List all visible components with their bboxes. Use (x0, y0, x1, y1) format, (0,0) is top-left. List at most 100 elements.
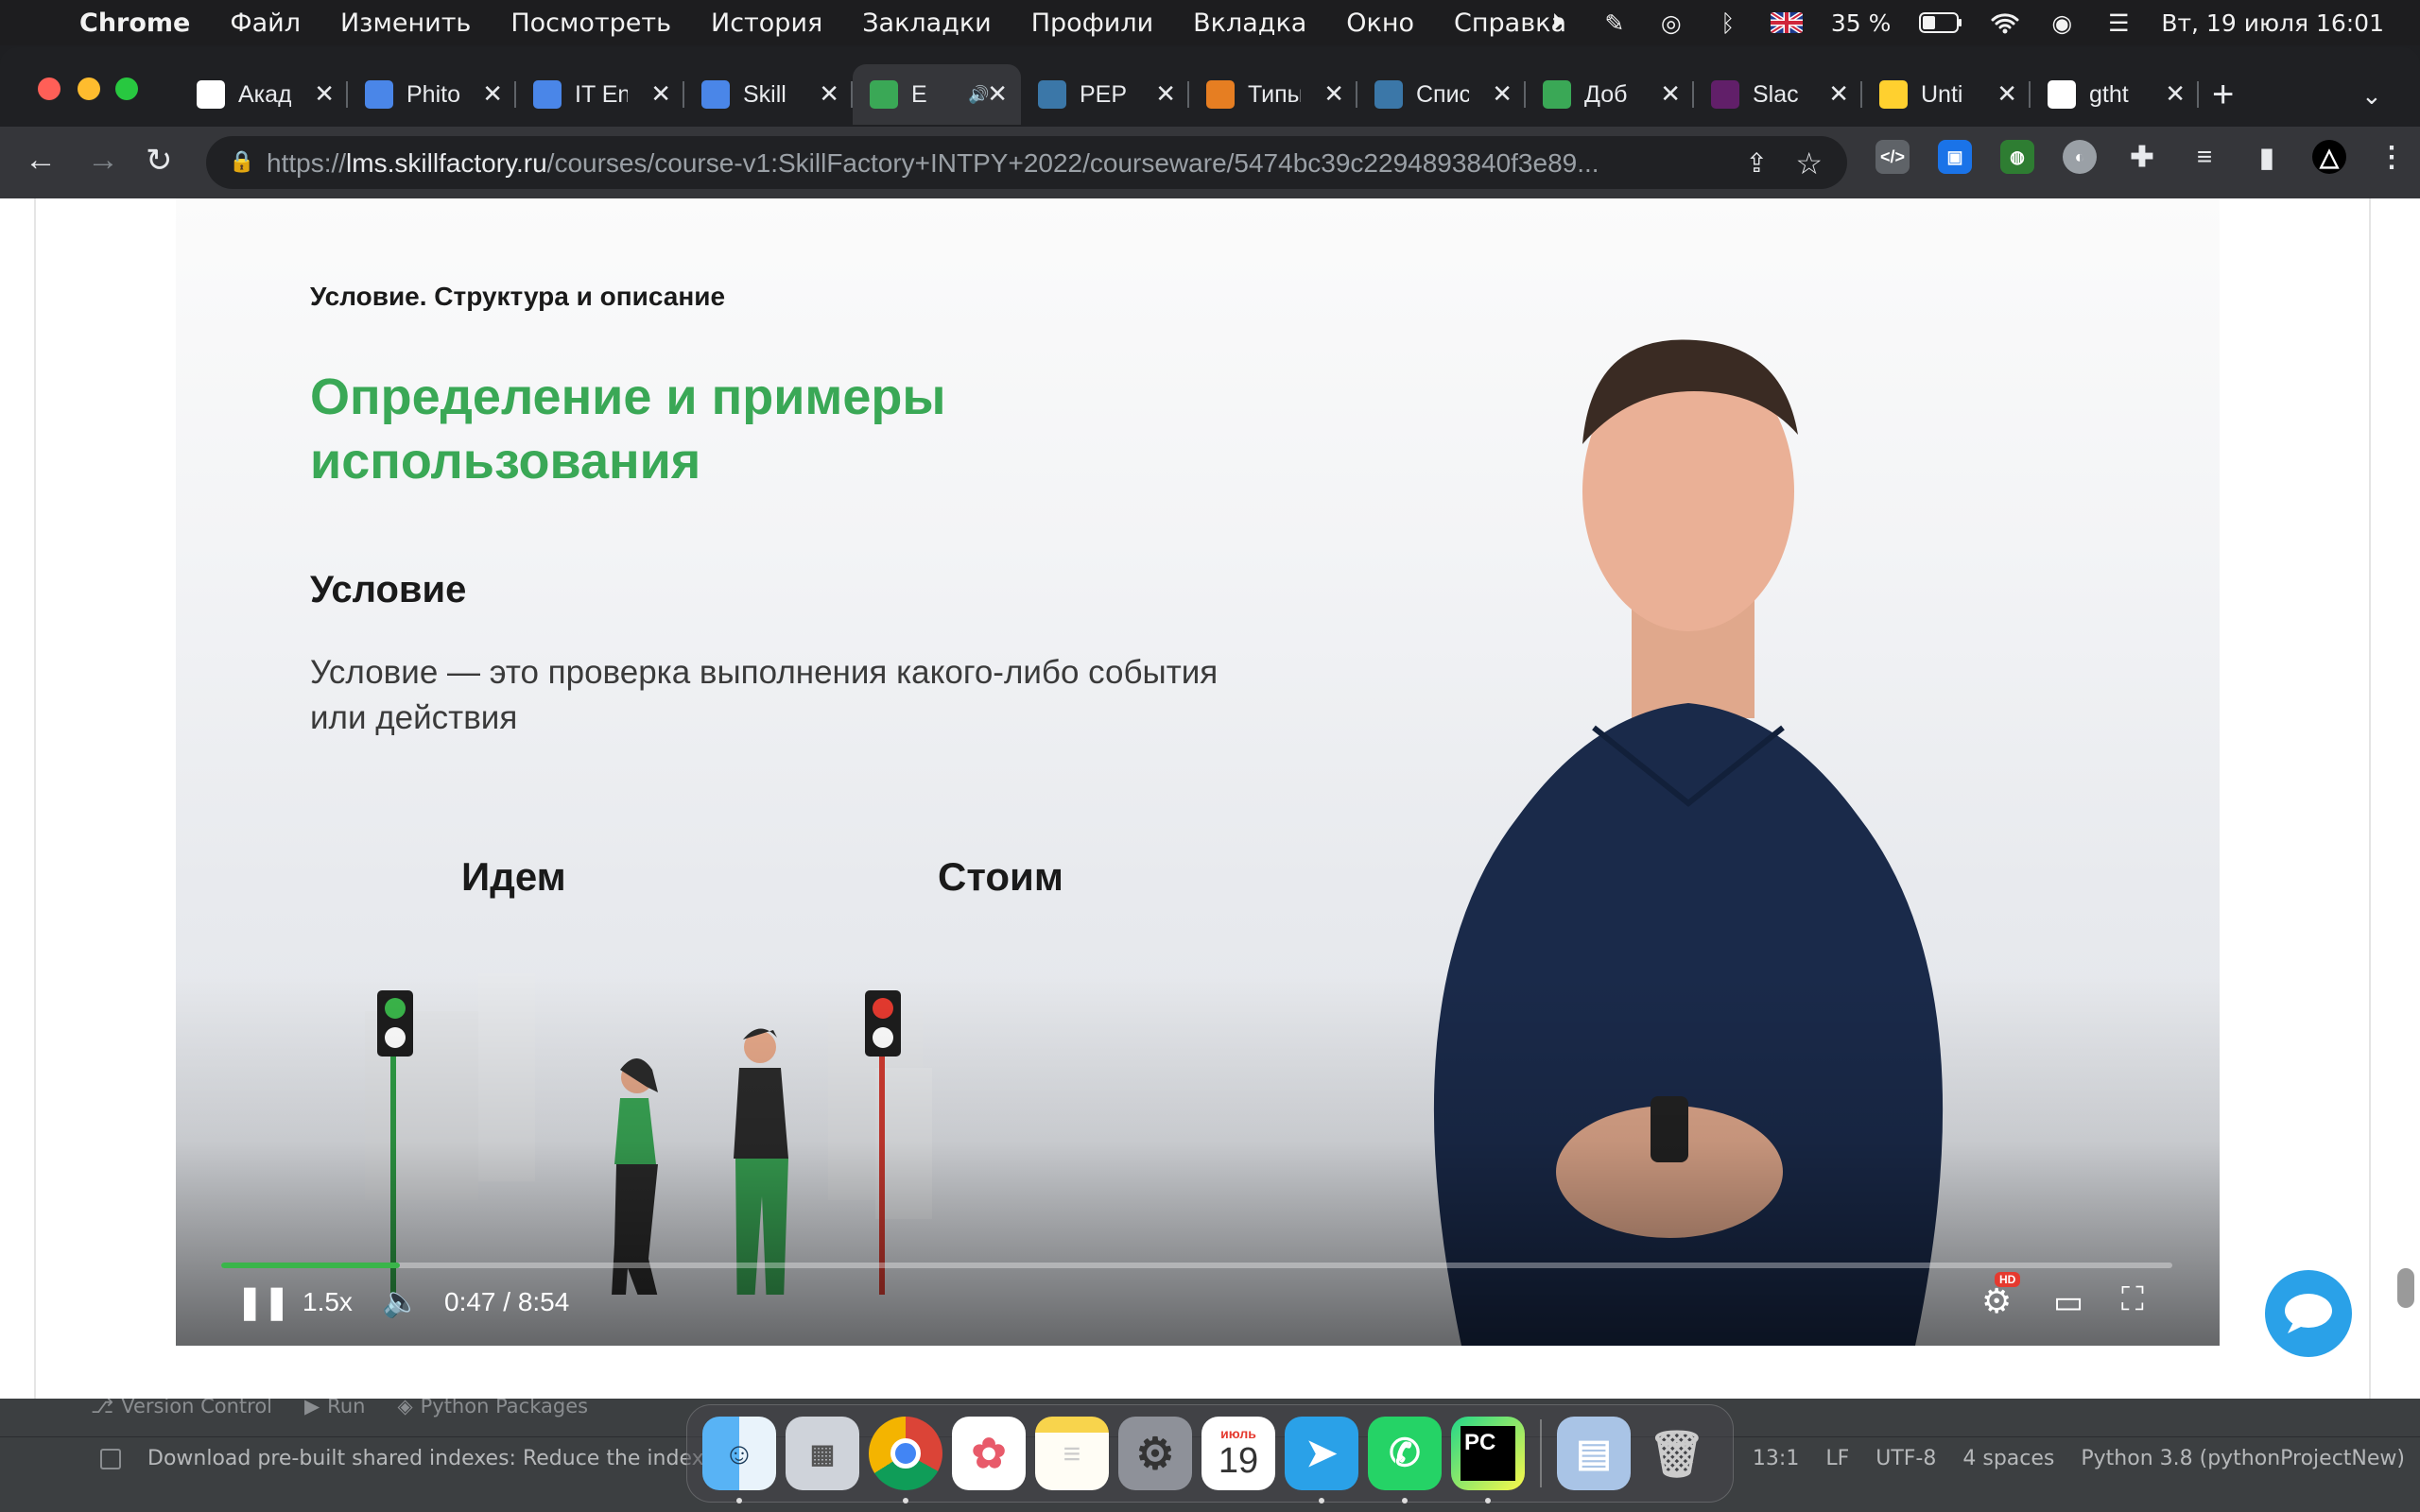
cursor-position[interactable]: 13:1 (1753, 1447, 1799, 1470)
reload-button[interactable]: ↻ (146, 142, 173, 180)
photos-app-icon[interactable]: ✿ (952, 1417, 1026, 1490)
control-center-icon[interactable]: ☰ (2104, 9, 2133, 37)
finder-app-icon[interactable]: ☺ (702, 1417, 776, 1503)
tab-title: Типы (1248, 80, 1301, 108)
tab-close-icon[interactable]: ✕ (1323, 79, 1344, 109)
extensions-puzzle-icon[interactable]: ✚ (2125, 140, 2159, 174)
page-scrollbar[interactable] (2397, 1268, 2414, 1308)
devtools-extension-icon[interactable]: </> (1876, 140, 1910, 174)
user-account-icon[interactable]: ◉ (2048, 9, 2076, 37)
python-interpreter[interactable]: Python 3.8 (pythonProjectNew) (2081, 1447, 2405, 1470)
menu-bookmarks[interactable]: Закладки (862, 9, 992, 38)
file-encoding[interactable]: UTF-8 (1876, 1447, 1936, 1470)
volume-icon[interactable]: 🔈 (382, 1283, 420, 1319)
browser-tab[interactable]: gtht ✕ (2031, 64, 2199, 125)
browser-tab[interactable]: IT En ✕ (516, 64, 684, 125)
translate-extension-icon[interactable]: ▣ (1938, 140, 1972, 174)
playback-speed-button[interactable]: 1.5x (302, 1287, 353, 1317)
browser-tab[interactable]: Slac ✕ (1694, 64, 1862, 125)
app-menu[interactable]: Chrome (79, 9, 190, 38)
media-control-icon[interactable]: ≡ (2187, 140, 2221, 174)
menu-view[interactable]: Посмотреть (510, 9, 671, 38)
airdrop-icon[interactable]: ◎ (1657, 9, 1685, 37)
status-checkbox-icon[interactable] (100, 1449, 121, 1469)
chat-button[interactable] (2265, 1270, 2352, 1357)
settings-gear-icon[interactable]: ⚙ (1981, 1281, 2012, 1321)
back-button[interactable]: ← (25, 142, 57, 179)
battery-percent[interactable]: 35 % (1831, 9, 1892, 37)
browser-tab[interactable]: Skill ✕ (684, 64, 853, 125)
wifi-icon[interactable] (1991, 9, 2019, 37)
url-text[interactable]: https://lms.skillfactory.ru/courses/cour… (267, 148, 1741, 179)
trash-icon[interactable]: 🗑 (1640, 1417, 1714, 1490)
system-settings-app-icon[interactable]: ⚙ (1118, 1417, 1192, 1490)
launchpad-app-icon[interactable]: ▦ (786, 1417, 859, 1490)
line-separator[interactable]: LF (1825, 1447, 1849, 1470)
miniplayer-icon[interactable]: ▭ (2053, 1283, 2083, 1321)
video-progress-bar[interactable] (221, 1263, 2172, 1268)
battery-icon[interactable] (1919, 9, 1962, 37)
address-bar[interactable]: 🔒 https://lms.skillfactory.ru/courses/co… (206, 136, 1847, 189)
video-player[interactable]: Условие. Структура и описание Определени… (176, 198, 2220, 1346)
pause-icon[interactable]: ❚❚ (236, 1283, 290, 1321)
tab-audio-icon[interactable]: 🔊 (968, 85, 989, 105)
status-message[interactable]: Download pre-built shared indexes: Reduc… (147, 1447, 734, 1470)
notes-app-icon[interactable]: ≡ (1035, 1417, 1109, 1490)
menubar-clock[interactable]: Вт, 19 июля 16:01 (2161, 9, 2384, 37)
menu-edit[interactable]: Изменить (340, 9, 471, 38)
tab-search-chevron-icon[interactable]: ⌄ (2361, 81, 2382, 111)
profile-avatar[interactable]: △ (2312, 140, 2346, 174)
tab-close-icon[interactable]: ✕ (2165, 79, 2186, 109)
tab-close-icon[interactable]: ✕ (1155, 79, 1176, 109)
menu-profiles[interactable]: Профили (1031, 9, 1153, 38)
tab-close-icon[interactable]: ✕ (1492, 79, 1512, 109)
fullscreen-icon[interactable]: ⛶ (2121, 1281, 2144, 1318)
minimize-window-button[interactable] (78, 77, 100, 100)
browser-tab[interactable]: Доб ✕ (1526, 64, 1694, 125)
share-icon[interactable]: ⇪ (1746, 147, 1768, 179)
indent-setting[interactable]: 4 spaces (1962, 1447, 2054, 1470)
calendar-app-icon[interactable]: июль 19 (1201, 1417, 1275, 1490)
menu-history[interactable]: История (711, 9, 822, 38)
pycharm-app-icon[interactable]: PC (1451, 1417, 1525, 1503)
chrome-menu-icon[interactable]: ⋮ (2375, 140, 2409, 174)
tab-close-icon[interactable]: ✕ (1660, 79, 1681, 109)
slide-title: Определение и примеры использования (310, 369, 946, 490)
telegram-app-icon[interactable]: ➤ (1285, 1417, 1358, 1503)
tab-close-icon[interactable]: ✕ (819, 79, 839, 109)
tab-close-icon[interactable]: ✕ (987, 79, 1008, 109)
browser-tab[interactable]: Спис ✕ (1357, 64, 1526, 125)
grey-extension-icon[interactable]: ◐ (2063, 140, 2097, 174)
chrome-app-icon[interactable] (869, 1417, 942, 1503)
tab-close-icon[interactable]: ✕ (482, 79, 503, 109)
bluetooth-icon[interactable]: ᛒ (1714, 9, 1742, 37)
tab-close-icon[interactable]: ✕ (314, 79, 335, 109)
menu-window[interactable]: Окно (1346, 9, 1414, 38)
whatsapp-app-icon[interactable]: ✆ (1368, 1417, 1442, 1503)
browser-tab[interactable]: E 🔊 ✕ (853, 64, 1021, 125)
menu-file[interactable]: Файл (230, 9, 301, 38)
green-extension-icon[interactable]: ◍ (2000, 140, 2034, 174)
tab-close-icon[interactable]: ✕ (1828, 79, 1849, 109)
tab-title: Phito (406, 80, 459, 108)
tab-close-icon[interactable]: ✕ (650, 79, 671, 109)
menu-tab[interactable]: Вкладка (1193, 9, 1306, 38)
browser-tab[interactable]: Phito ✕ (348, 64, 516, 125)
browser-tab[interactable]: Unti ✕ (1862, 64, 2031, 125)
browser-tab[interactable]: PEP ✕ (1021, 64, 1189, 125)
browser-tab[interactable]: Типы ✕ (1189, 64, 1357, 125)
bookmark-star-icon[interactable]: ☆ (1795, 146, 1823, 181)
zoom-window-button[interactable] (115, 77, 138, 100)
play-status-icon[interactable]: ⏵ (1544, 9, 1572, 37)
mic-off-icon[interactable]: ✎ (1600, 9, 1629, 37)
new-tab-button[interactable]: + (2212, 74, 2234, 116)
tab-close-icon[interactable]: ✕ (1996, 79, 2017, 109)
forward-button[interactable]: → (87, 142, 119, 179)
side-panel-icon[interactable]: ▮ (2250, 140, 2284, 174)
input-language-flag-icon[interactable] (1770, 12, 1803, 33)
close-window-button[interactable] (38, 77, 60, 100)
browser-tab[interactable]: Акад ✕ (180, 64, 348, 125)
documents-folder-icon[interactable]: ▤ (1557, 1417, 1631, 1490)
lock-icon[interactable]: 🔒 (229, 149, 254, 174)
tab-title: Unti (1921, 80, 1963, 108)
